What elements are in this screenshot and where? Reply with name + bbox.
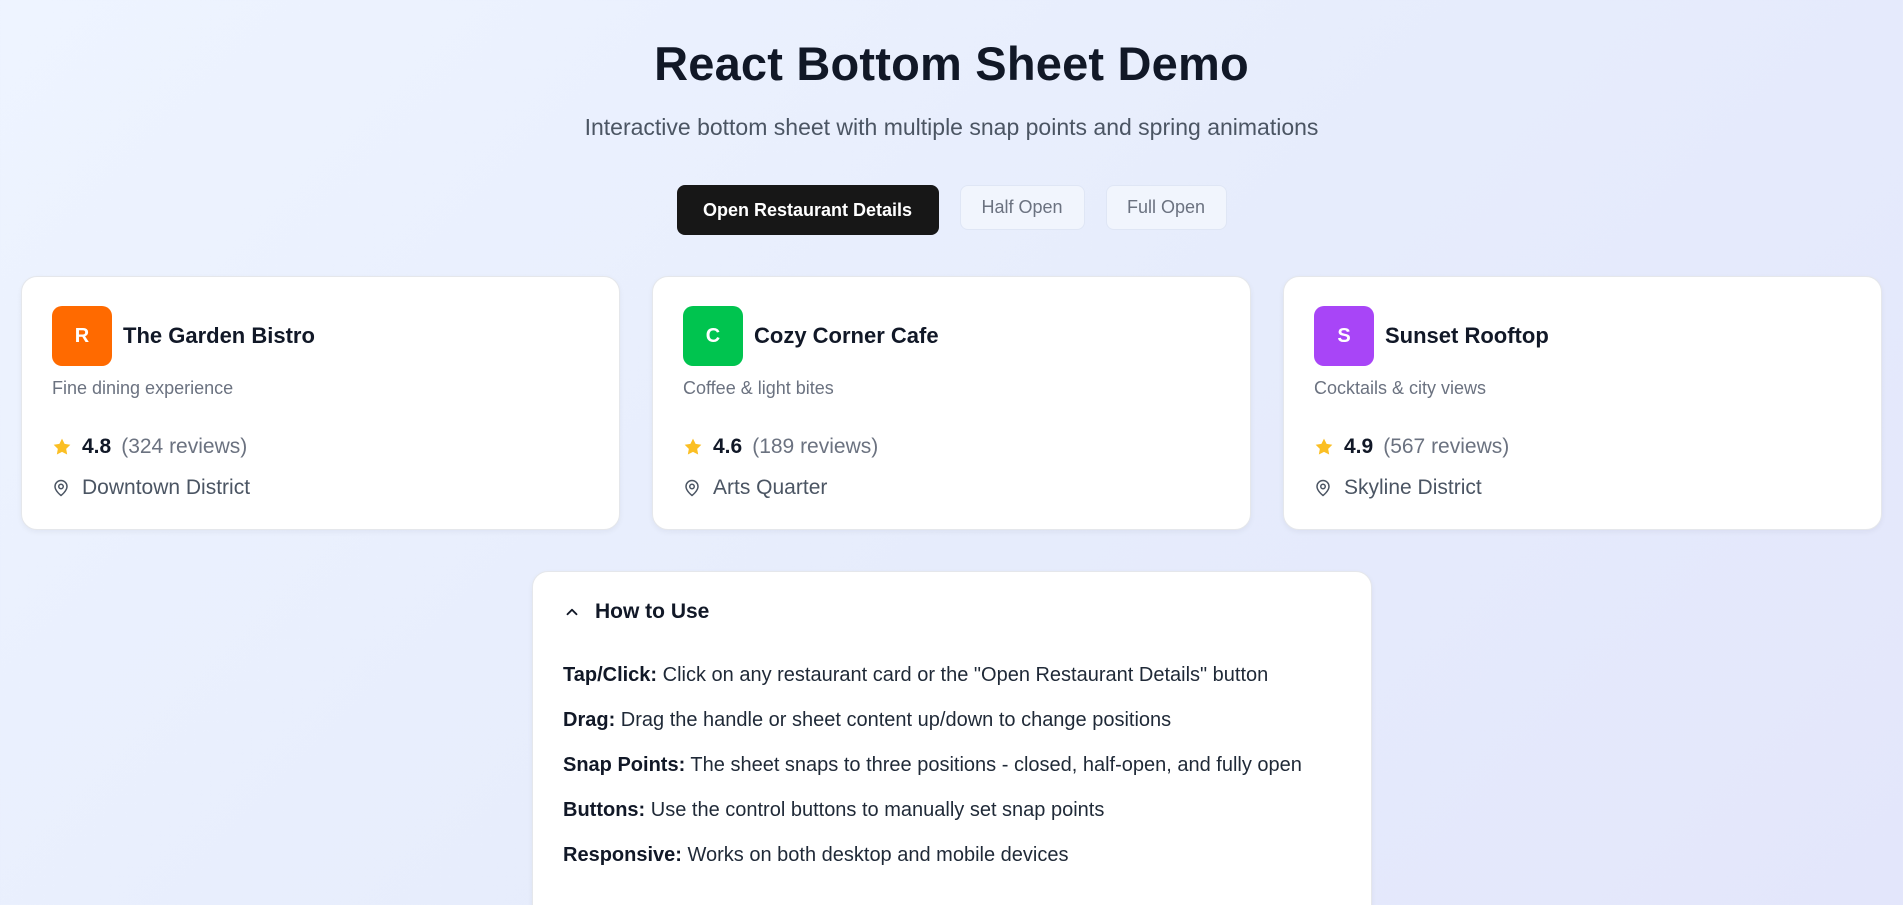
avatar: C [683, 306, 743, 366]
rating-value: 4.6 [713, 435, 743, 458]
list-item: Snap Points: The sheet snaps to three po… [563, 750, 1341, 780]
location-text: Arts Quarter [713, 476, 828, 499]
list-item-term: Drag: [563, 709, 616, 731]
chevron-up-icon [566, 608, 578, 616]
half-open-button[interactable]: Half Open [959, 185, 1085, 230]
star-icon [1315, 438, 1333, 455]
card-header: C Cozy Corner Cafe [683, 306, 1220, 366]
map-pin-icon [685, 479, 699, 497]
star-icon [684, 438, 702, 455]
restaurant-cards: R The Garden Bistro Fine dining experien… [21, 276, 1882, 530]
card-header: S Sunset Rooftop [1314, 306, 1851, 366]
list-item-term: Snap Points: [563, 754, 686, 776]
full-open-button[interactable]: Full Open [1105, 185, 1227, 230]
list-item: Drag: Drag the handle or sheet content u… [563, 705, 1341, 735]
restaurant-description: Fine dining experience [52, 378, 234, 398]
restaurant-description: Cocktails & city views [1314, 378, 1487, 398]
star-icon [53, 438, 71, 455]
rating: 4.9 (567 reviews) [1314, 435, 1851, 459]
location-text: Skyline District [1344, 476, 1482, 499]
list-item: Responsive: Works on both desktop and mo… [563, 840, 1341, 870]
controls: Open Restaurant Details Half Open Full O… [0, 185, 1903, 235]
page-subtitle: Interactive bottom sheet with multiple s… [584, 114, 1319, 140]
rating-value: 4.8 [82, 435, 112, 458]
location: Arts Quarter [683, 476, 1220, 500]
how-to-use-title: How to Use [595, 600, 710, 623]
restaurant-name: The Garden Bistro [123, 323, 315, 348]
avatar: R [52, 306, 112, 366]
how-to-use-panel: How to Use Tap/Click: Click on any resta… [532, 571, 1372, 905]
card-header: R The Garden Bistro [52, 306, 589, 366]
location: Skyline District [1314, 476, 1851, 500]
rating-value: 4.9 [1344, 435, 1374, 458]
restaurant-card[interactable]: S Sunset Rooftop Cocktails & city views … [1283, 276, 1882, 530]
list-item-text: Works on both desktop and mobile devices [681, 844, 1069, 866]
list-item-term: Buttons: [563, 799, 646, 821]
restaurant-card[interactable]: C Cozy Corner Cafe Coffee & light bites … [652, 276, 1251, 530]
restaurant-name: Cozy Corner Cafe [754, 323, 939, 348]
location: Downtown District [52, 476, 589, 500]
review-count: (324 reviews) [121, 435, 248, 458]
avatar: S [1314, 306, 1374, 366]
list-item: Tap/Click: Click on any restaurant card … [563, 660, 1341, 690]
restaurant-description: Coffee & light bites [683, 378, 834, 398]
list-item-term: Tap/Click: [563, 664, 658, 686]
list-item: Buttons: Use the control buttons to manu… [563, 795, 1341, 825]
review-count: (567 reviews) [1383, 435, 1510, 458]
page-title: React Bottom Sheet Demo [654, 37, 1249, 90]
map-pin-icon [1316, 479, 1330, 497]
how-to-use-list: Tap/Click: Click on any restaurant card … [563, 660, 1341, 870]
how-to-use-toggle[interactable]: How to Use [563, 600, 1341, 624]
rating: 4.6 (189 reviews) [683, 435, 1220, 459]
open-restaurant-details-button[interactable]: Open Restaurant Details [676, 185, 939, 235]
map-pin-icon [54, 479, 68, 497]
list-item-text: Click on any restaurant card or the "Ope… [657, 664, 1269, 686]
list-item-text: Drag the handle or sheet content up/down… [615, 709, 1172, 731]
location-text: Downtown District [82, 476, 251, 499]
list-item-term: Responsive: [563, 844, 682, 866]
restaurant-name: Sunset Rooftop [1385, 323, 1549, 348]
list-item-text: Use the control buttons to manually set … [645, 799, 1105, 821]
review-count: (189 reviews) [752, 435, 879, 458]
restaurant-card[interactable]: R The Garden Bistro Fine dining experien… [21, 276, 620, 530]
rating: 4.8 (324 reviews) [52, 435, 589, 459]
list-item-text: The sheet snaps to three positions - clo… [685, 754, 1302, 776]
